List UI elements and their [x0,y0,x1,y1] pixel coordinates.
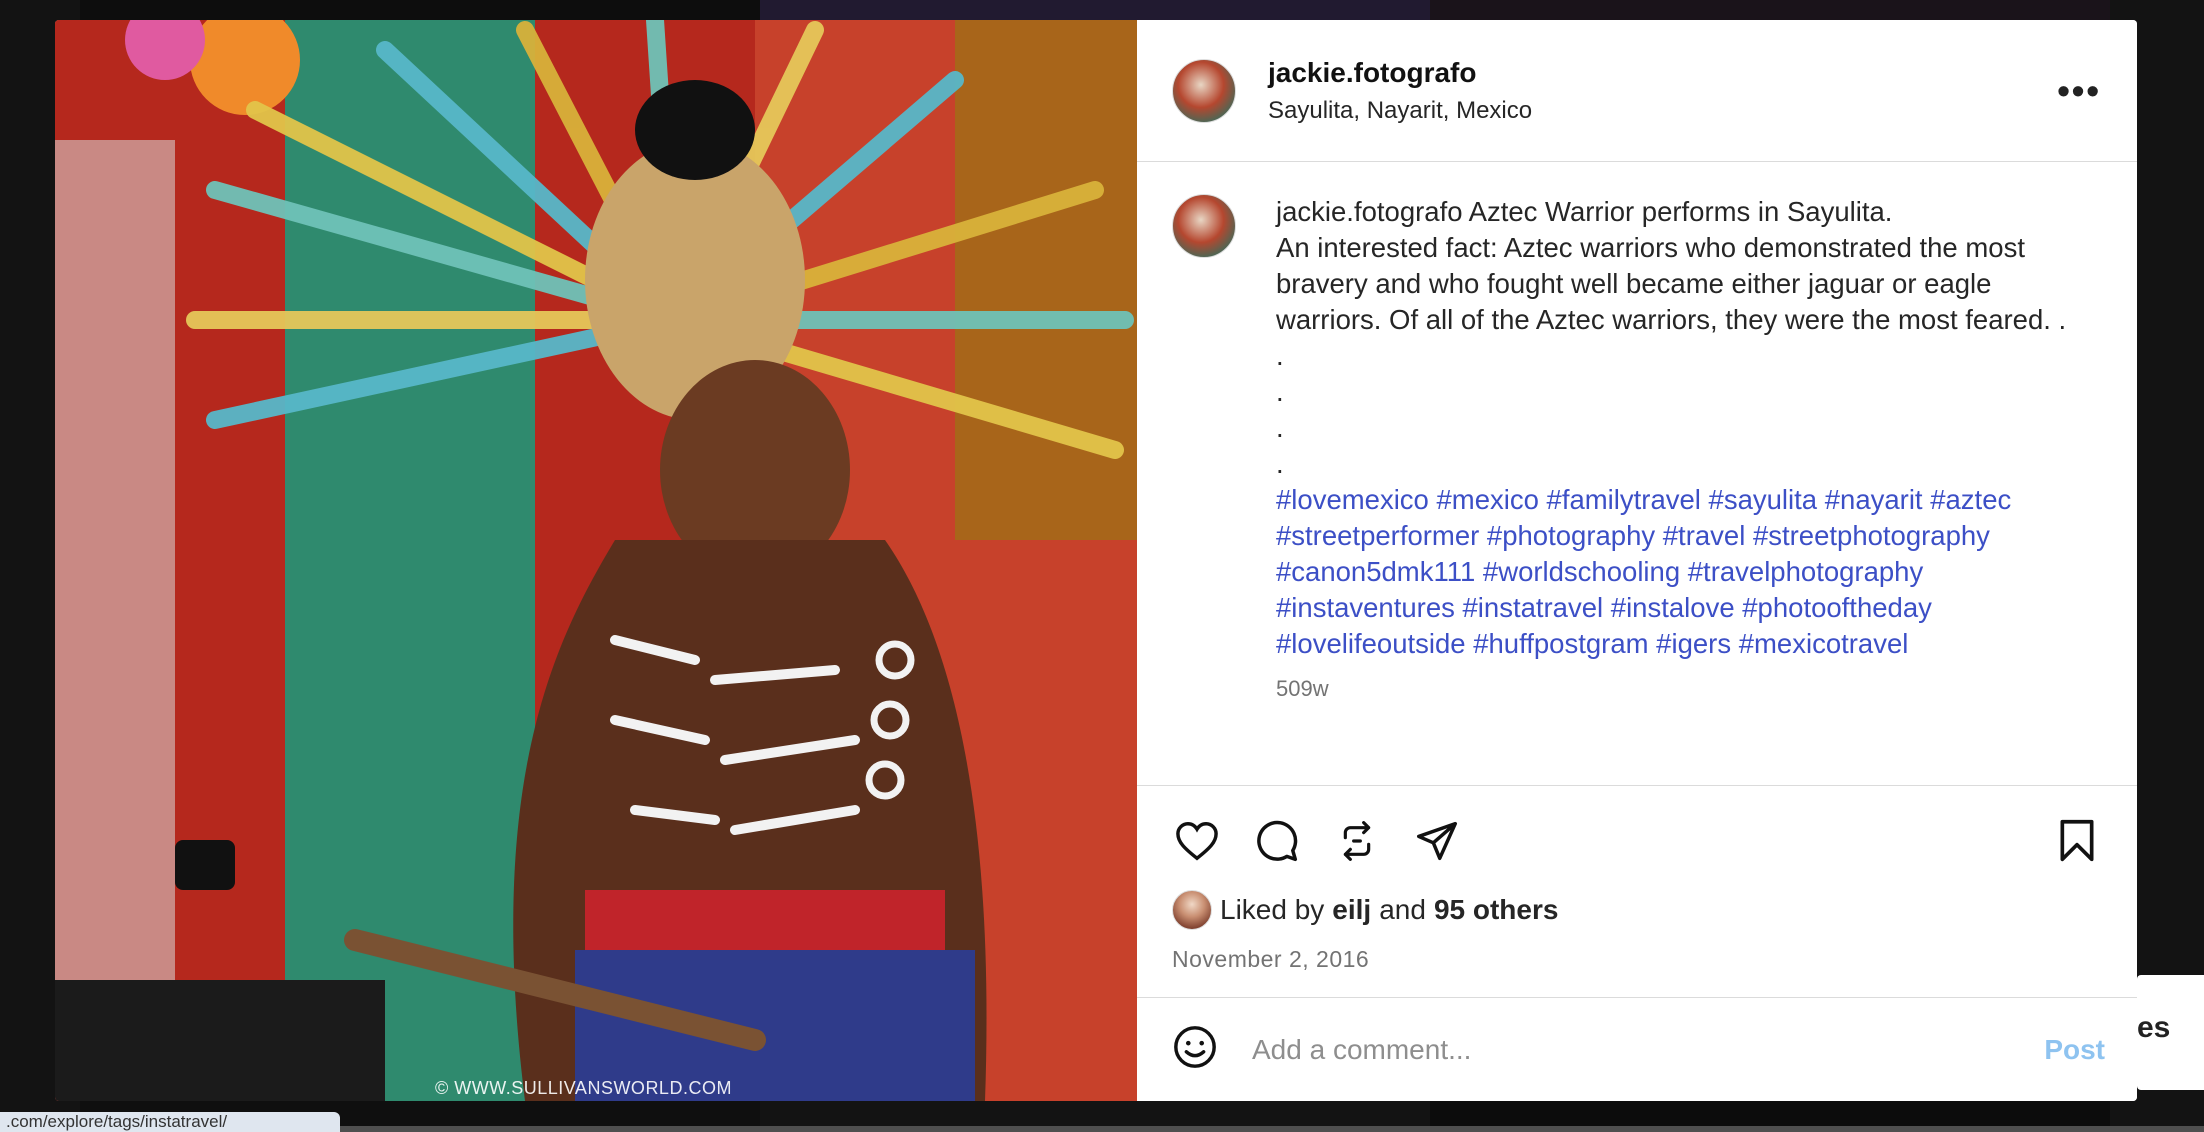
status-bar-url: .com/explore/tags/instatravel/ [0,1112,340,1132]
liker-username[interactable]: eilj [1332,894,1371,926]
caption-username[interactable]: jackie.fotografo [1276,196,1463,227]
author-username[interactable]: jackie.fotografo [1268,57,2057,89]
hashtag-link[interactable]: #mexicotravel [1739,628,1909,659]
comment-input[interactable] [1252,1033,2045,1066]
post-header: jackie.fotografo Sayulita, Nayarit, Mexi… [1137,20,2137,162]
liker-avatar[interactable] [1172,890,1212,930]
author-avatar[interactable] [1172,58,1236,123]
caption-section: jackie.fotografo Aztec Warrior performs … [1137,162,2137,785]
hashtag-link[interactable]: #mexico [1437,484,1539,515]
hashtag-link[interactable]: #instalove [1611,592,1735,623]
likes-prefix: Liked by [1220,894,1325,925]
likes-and: and [1379,894,1426,925]
hashtag-list: #lovemexico #mexico #familytravel #sayul… [1276,482,2096,662]
hashtag-link[interactable]: #canon5dmk111 [1276,556,1475,587]
comment-composer: Post [1137,997,2137,1101]
likes-others-link[interactable]: 95 others [1434,894,1559,926]
hashtag-link[interactable]: #streetphotography [1753,520,1990,551]
emoji-icon[interactable] [1172,1024,1218,1075]
post-side-panel: jackie.fotografo Sayulita, Nayarit, Mexi… [1137,20,2137,1101]
side-peek-text: es [2137,1011,2171,1044]
send-icon[interactable] [1412,816,1462,866]
hashtag-link[interactable]: #nayarit [1825,484,1923,515]
warrior-photo-illustration [55,20,1137,1101]
hashtag-link[interactable]: #worldschooling [1483,556,1680,587]
heart-icon[interactable] [1172,816,1222,866]
caption-body: Aztec Warrior performs in Sayulita. An i… [1276,196,2067,479]
post-location[interactable]: Sayulita, Nayarit, Mexico [1268,97,2057,125]
caption-author-avatar[interactable] [1172,194,1236,258]
post-modal: © WWW.SULLIVANSWORLD.COM jackie.fotograf… [55,20,2137,1101]
header-text: jackie.fotografo Sayulita, Nayarit, Mexi… [1268,57,2057,125]
caption-age[interactable]: 509w [1276,676,2096,702]
hashtag-link[interactable]: #huffpostgram [1473,628,1648,659]
hashtag-link[interactable]: #sayulita [1709,484,1818,515]
likes-summary: Liked by eilj and 95 others [1172,890,2102,930]
hashtag-link[interactable]: #igers [1656,628,1731,659]
bookmark-icon[interactable] [2052,816,2102,866]
side-peek-panel: es [2137,975,2204,1090]
comment-icon[interactable] [1252,816,1302,866]
repost-icon[interactable] [1332,816,1382,866]
caption-content: jackie.fotografo Aztec Warrior performs … [1276,194,2096,785]
caption-text: jackie.fotografo Aztec Warrior performs … [1276,194,2096,482]
hashtag-link[interactable]: #lovemexico [1276,484,1429,515]
hashtag-link[interactable]: #photography [1487,520,1655,551]
hashtag-link[interactable]: #instaventures [1276,592,1455,623]
hashtag-link[interactable]: #instatravel [1463,592,1604,623]
hashtag-link[interactable]: #travelphotography [1688,556,1923,587]
actions-area: Liked by eilj and 95 others November 2, … [1137,785,2137,997]
post-date[interactable]: November 2, 2016 [1172,946,2102,973]
hashtag-link[interactable]: #familytravel [1547,484,1701,515]
hashtag-link[interactable]: #photooftheday [1742,592,1932,623]
hashtag-link[interactable]: #streetperformer [1276,520,1479,551]
more-options-icon[interactable]: ••• [2057,72,2101,109]
action-row [1172,814,2102,868]
post-photo[interactable]: © WWW.SULLIVANSWORLD.COM [55,20,1137,1101]
photo-watermark: © WWW.SULLIVANSWORLD.COM [435,1078,732,1098]
post-comment-button[interactable]: Post [2044,1034,2105,1066]
hashtag-link[interactable]: #lovelifeoutside [1276,628,1466,659]
hashtag-link[interactable]: #travel [1663,520,1746,551]
hashtag-link[interactable]: #aztec [1930,484,2011,515]
